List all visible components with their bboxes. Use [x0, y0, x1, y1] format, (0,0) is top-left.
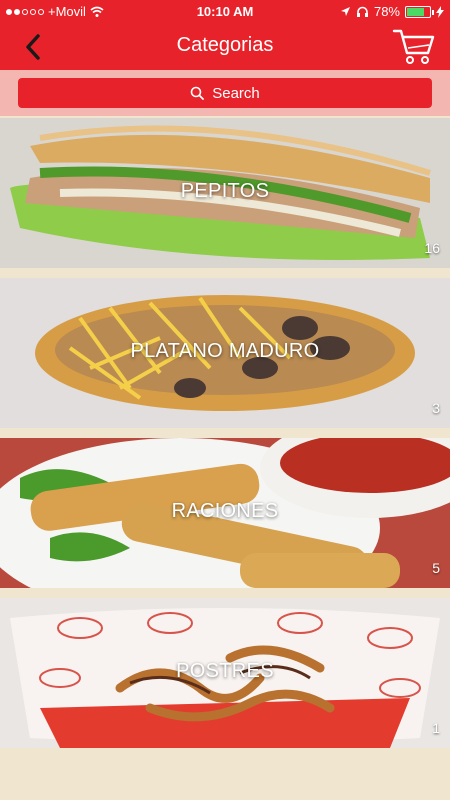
search-label: Search [212, 84, 260, 102]
headphones-icon [356, 6, 368, 17]
category-name: RACIONES [171, 500, 279, 522]
page-title: Categorias [176, 34, 274, 56]
search-icon [190, 86, 205, 100]
category-count: 1 [432, 720, 440, 736]
nav-bar: Categorias [0, 24, 450, 70]
category-card-postres[interactable]: POSTRES 1 [0, 598, 450, 748]
category-card-raciones[interactable]: RACIONES 5 [0, 438, 450, 588]
charging-icon [436, 5, 444, 18]
category-count: 16 [424, 240, 440, 256]
search-bar-container: Search [0, 70, 450, 116]
location-icon [340, 7, 350, 16]
cart-button[interactable] [392, 26, 436, 66]
shopping-cart-icon [392, 29, 435, 64]
category-card-platano-maduro[interactable]: PLATANO MADURO 3 [0, 278, 450, 428]
category-count: 3 [432, 400, 440, 416]
category-card-pepitos[interactable]: PEPITOS 16 [0, 118, 450, 268]
category-name: PLATANO MADURO [130, 340, 320, 362]
category-count: 5 [432, 560, 440, 576]
status-bar: +Movil 10:10 AM 78% [0, 0, 450, 24]
category-name: POSTRES [176, 660, 274, 682]
category-name: PEPITOS [180, 180, 270, 202]
battery-icon [405, 5, 434, 18]
battery-percent: 78% [373, 4, 400, 19]
search-button[interactable]: Search [18, 78, 432, 108]
